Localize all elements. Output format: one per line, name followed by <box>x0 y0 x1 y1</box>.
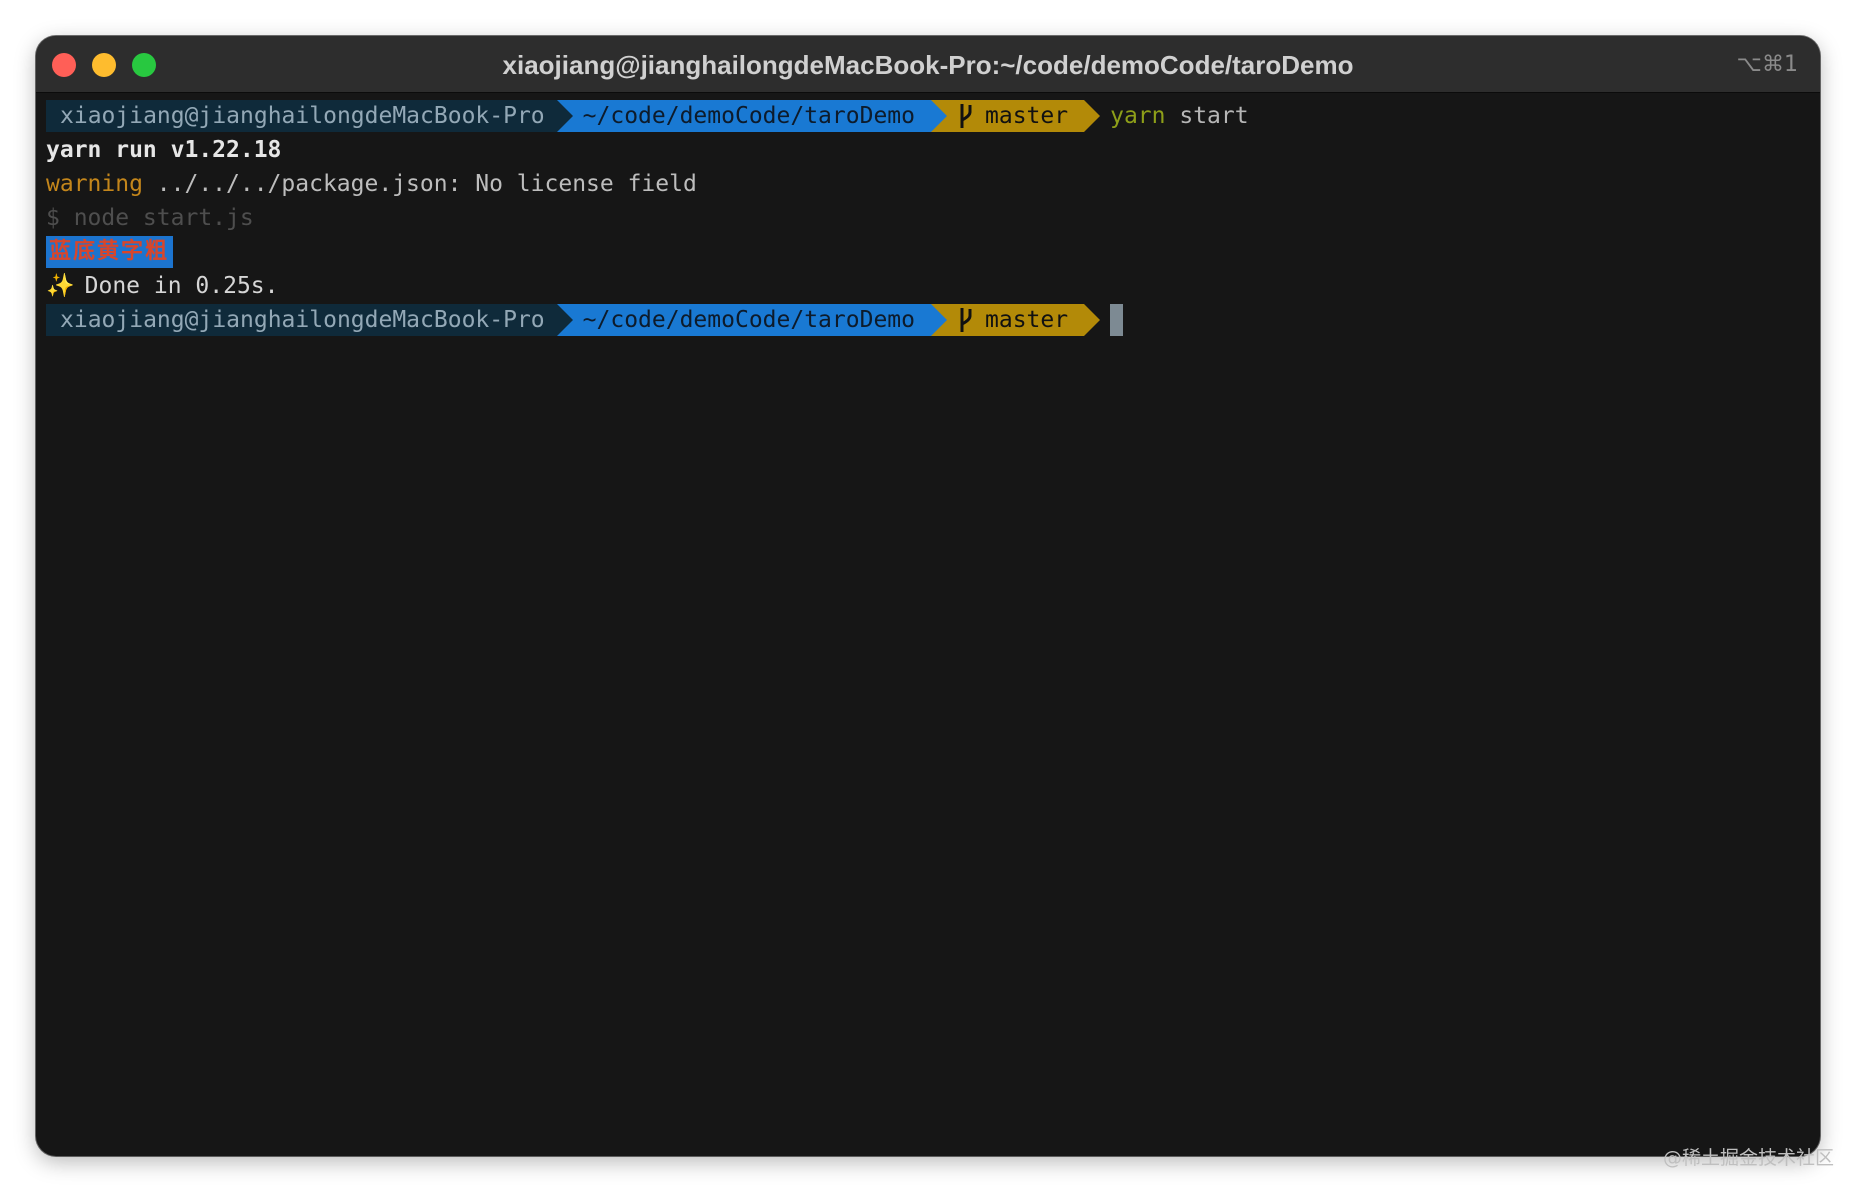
styled-output-text: 蓝底黄字粗 <box>46 236 174 268</box>
output-line-node-command: $ node start.js <box>46 201 1810 235</box>
window-title: xiaojiang@jianghailongdeMacBook-Pro:~/co… <box>502 50 1354 80</box>
terminal-output[interactable]: xiaojiang@jianghailongdeMacBook-Pro ~/co… <box>46 99 1810 1146</box>
done-text: Done in 0.25s. <box>84 273 279 299</box>
git-branch-icon <box>960 308 972 332</box>
terminal-cursor[interactable] <box>1110 304 1124 336</box>
output-line-yarn-run: yarn run v1.22.18 <box>46 133 1810 167</box>
warning-text: ../../../package.json: No license field <box>142 171 697 197</box>
watermark-text: @稀土掘金技术社区 <box>1662 1147 1834 1169</box>
git-branch-icon <box>960 104 972 128</box>
prompt-user-host: xiaojiang@jianghailongdeMacBook-Pro <box>46 304 573 336</box>
output-line-styled: 蓝底黄字粗 <box>46 235 1810 269</box>
terminal-window: xiaojiang@jianghailongdeMacBook-Pro:~/co… <box>36 36 1820 1156</box>
prompt-path: ~/code/demoCode/taroDemo <box>556 100 948 132</box>
prompt-line: xiaojiang@jianghailongdeMacBook-Pro ~/co… <box>46 99 1810 133</box>
prompt-branch-name: master <box>985 103 1069 129</box>
prompt-git-branch: master <box>931 100 1101 132</box>
yarn-version-text: yarn run v1.22.18 <box>46 137 282 163</box>
output-line-warning: warning ../../../package.json: No licens… <box>46 167 1810 201</box>
warning-label: warning <box>46 171 143 197</box>
prompt-branch-name: master <box>985 307 1069 333</box>
sparkle-icon: ✨ <box>46 273 75 299</box>
command-space <box>1165 99 1179 133</box>
command-args: start <box>1179 103 1249 129</box>
output-line-done: ✨ Done in 0.25s. <box>46 269 1810 303</box>
node-command-text: $ node start.js <box>46 205 254 231</box>
prompt-git-branch: master <box>931 304 1101 336</box>
prompt-line-current: xiaojiang@jianghailongdeMacBook-Pro ~/co… <box>46 303 1810 337</box>
prompt-user-host: xiaojiang@jianghailongdeMacBook-Pro <box>46 100 573 132</box>
title-bar: xiaojiang@jianghailongdeMacBook-Pro:~/co… <box>36 36 1820 93</box>
command-program: yarn <box>1110 103 1166 129</box>
tab-shortcut-label: ⌥⌘1 <box>1736 52 1798 77</box>
prompt-path: ~/code/demoCode/taroDemo <box>556 304 948 336</box>
